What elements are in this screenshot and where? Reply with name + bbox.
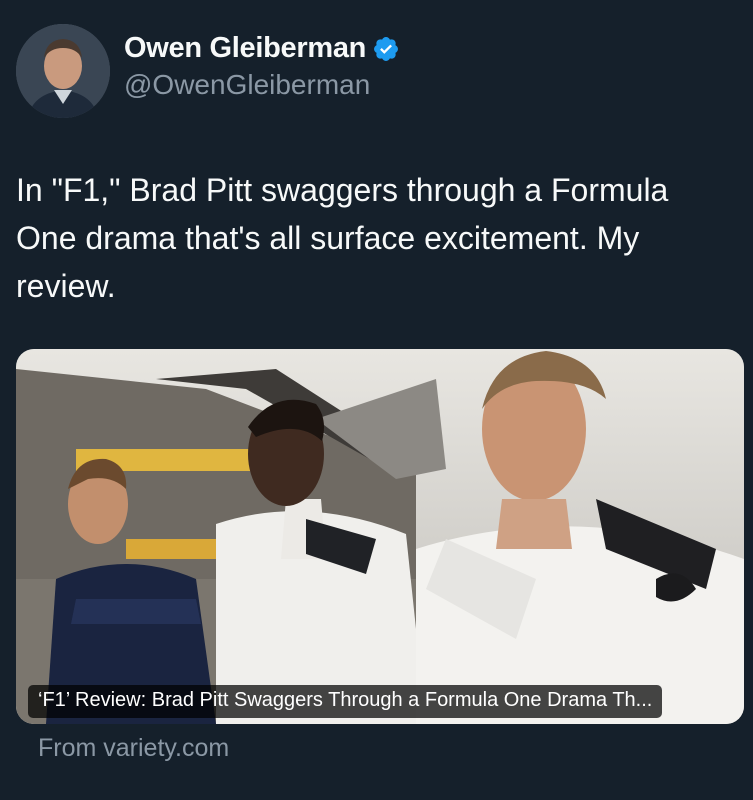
tweet-header: Owen Gleiberman @OwenGleiberman: [16, 24, 400, 118]
link-card[interactable]: ‘F1’ Review: Brad Pitt Swaggers Through …: [16, 349, 744, 724]
author-avatar[interactable]: [16, 24, 110, 118]
link-card-title: ‘F1’ Review: Brad Pitt Swaggers Through …: [28, 685, 663, 718]
link-card-image: [16, 349, 744, 724]
link-source[interactable]: From variety.com: [38, 734, 229, 763]
verified-badge-icon: [374, 36, 399, 61]
tweet-text: In "F1," Brad Pitt swaggers through a Fo…: [16, 172, 669, 304]
author-handle[interactable]: @OwenGleiberman: [124, 69, 400, 101]
author-display-name[interactable]: Owen Gleiberman: [124, 32, 366, 65]
